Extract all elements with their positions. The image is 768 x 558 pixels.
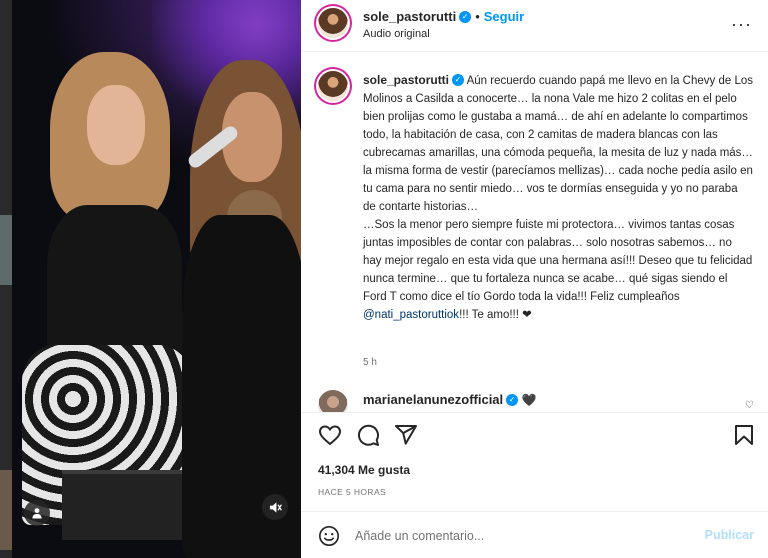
mention-link[interactable]: @nati_pastoruttiok bbox=[363, 309, 459, 321]
post-photo[interactable] bbox=[12, 0, 301, 558]
author-username[interactable]: sole_pastorutti bbox=[363, 9, 456, 24]
comment-text: 🖤 bbox=[521, 393, 537, 407]
user-tag-icon bbox=[32, 508, 42, 519]
caption-author-avatar[interactable] bbox=[318, 71, 348, 101]
caption-paragraph-2: …Sos la menor pero siempre fuiste mi pro… bbox=[363, 219, 753, 303]
post-header: sole_pastorutti ✓ • Seguir Audio original ·… bbox=[301, 0, 768, 52]
caption-paragraph-1: Aún recuerdo cuando papá me llevo en la … bbox=[363, 75, 753, 213]
speaker-muted-icon bbox=[269, 501, 282, 513]
follow-button[interactable]: Seguir bbox=[484, 9, 524, 24]
comment-input[interactable] bbox=[355, 524, 685, 548]
audio-label[interactable]: Audio original bbox=[363, 28, 430, 40]
heart-icon[interactable] bbox=[318, 423, 342, 447]
caption-timestamp[interactable]: 5 h bbox=[363, 357, 377, 368]
comments-section[interactable]: sole_pastorutti ✓ Aún recuerdo cuando pap… bbox=[301, 52, 768, 412]
comment-row: marianelanunezofficial ✓ 🖤 bbox=[363, 392, 536, 407]
comment-icon[interactable] bbox=[356, 423, 380, 447]
verified-badge-icon: ✓ bbox=[506, 393, 519, 406]
commenter-avatar[interactable] bbox=[318, 390, 348, 412]
background-page-strip bbox=[0, 0, 12, 558]
verified-badge-icon: ✓ bbox=[452, 73, 465, 86]
post-sidebar: sole_pastorutti ✓ • Seguir Audio original ·… bbox=[301, 0, 768, 558]
more-options-icon[interactable]: ··· bbox=[731, 14, 752, 35]
separator-dot: • bbox=[475, 9, 480, 24]
verified-badge-icon: ✓ bbox=[459, 10, 472, 23]
caption-text: sole_pastorutti ✓ Aún recuerdo cuando pap… bbox=[363, 71, 753, 324]
mute-button[interactable] bbox=[262, 494, 288, 520]
commenter-username[interactable]: marianelanunezofficial bbox=[363, 392, 503, 407]
author-avatar[interactable] bbox=[318, 8, 348, 38]
bookmark-icon[interactable] bbox=[732, 423, 756, 447]
post-timestamp[interactable]: HACE 5 HORAS bbox=[318, 487, 386, 497]
caption-author-username[interactable]: sole_pastorutti bbox=[363, 73, 449, 87]
action-bar: 41,304 Me gusta HACE 5 HORAS Publicar bbox=[301, 412, 768, 558]
caption-ending: !!! Te amo!!! ❤ bbox=[459, 309, 532, 321]
comment-composer: Publicar bbox=[301, 511, 768, 558]
comment-like-icon[interactable]: ♡ bbox=[745, 400, 754, 411]
emoji-icon[interactable] bbox=[318, 525, 340, 547]
send-icon[interactable] bbox=[394, 423, 418, 447]
likes-count[interactable]: 41,304 Me gusta bbox=[318, 463, 410, 477]
user-tag-button[interactable] bbox=[24, 500, 50, 526]
publish-button[interactable]: Publicar bbox=[705, 528, 754, 542]
